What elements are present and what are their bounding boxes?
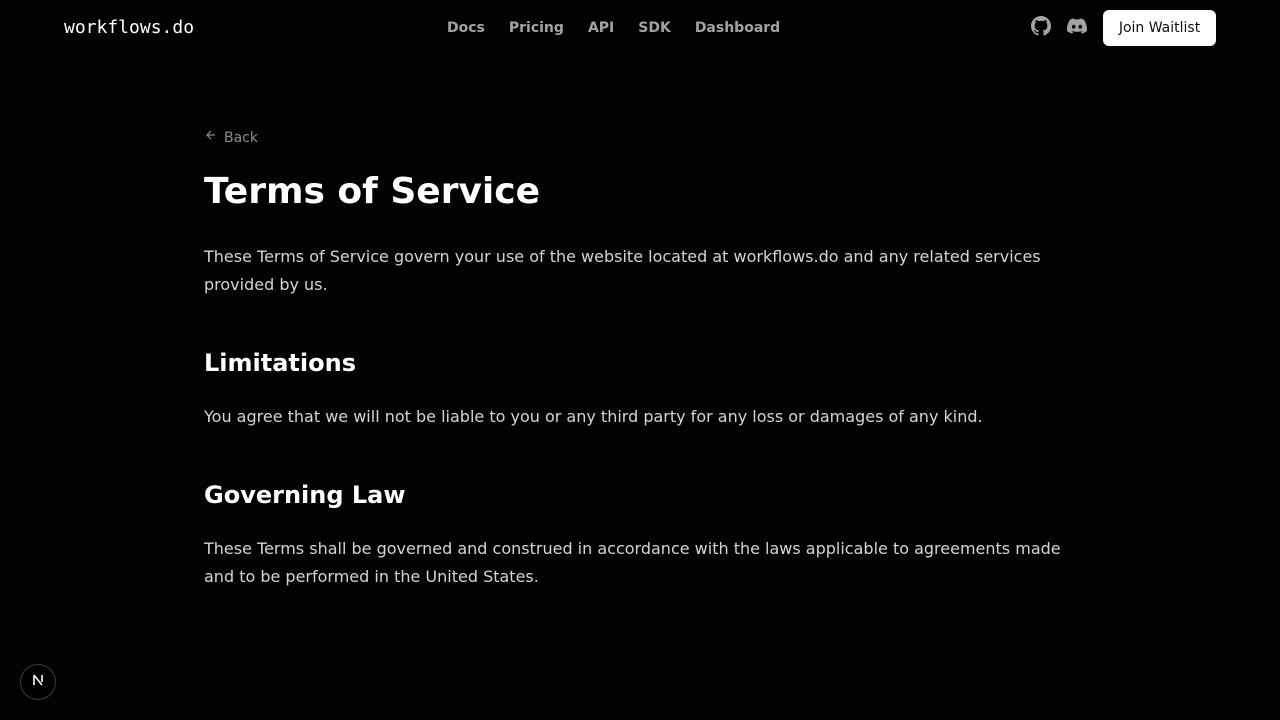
arrow-left-icon — [204, 128, 218, 148]
nextjs-devtools-button[interactable] — [20, 664, 56, 700]
intro-paragraph: These Terms of Service govern your use o… — [204, 247, 1041, 294]
site-header: workflows.do Docs Pricing API SDK Dashbo… — [0, 0, 1280, 56]
discord-link[interactable] — [1066, 17, 1088, 39]
join-waitlist-button[interactable]: Join Waitlist — [1103, 10, 1216, 46]
section-heading-limitations: Limitations — [204, 349, 356, 377]
nav-link-dashboard[interactable]: Dashboard — [695, 18, 780, 38]
nav-link-docs[interactable]: Docs — [447, 18, 485, 38]
back-label: Back — [224, 130, 258, 146]
nav-link-api[interactable]: API — [588, 18, 614, 38]
section-body-limitations: You agree that we will not be liable to … — [204, 407, 983, 426]
back-link[interactable]: Back — [204, 128, 258, 148]
main-nav: Docs Pricing API SDK Dashboard — [447, 18, 780, 38]
section-body-governing-law: These Terms shall be governed and constr… — [204, 539, 1061, 586]
github-icon — [1031, 16, 1051, 40]
site-logo[interactable]: workflows.do — [64, 16, 194, 40]
github-link[interactable] — [1030, 16, 1052, 40]
nav-link-pricing[interactable]: Pricing — [509, 18, 564, 38]
nextjs-logo-icon — [30, 672, 46, 692]
discord-icon — [1066, 16, 1087, 40]
nav-link-sdk[interactable]: SDK — [638, 18, 671, 38]
section-heading-governing-law: Governing Law — [204, 481, 406, 509]
page-title: Terms of Service — [204, 171, 541, 212]
